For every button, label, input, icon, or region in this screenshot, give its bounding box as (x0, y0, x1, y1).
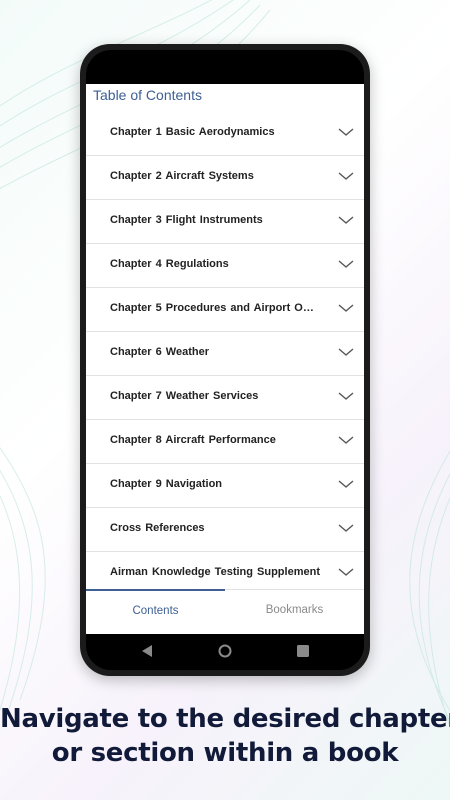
chevron-down-icon[interactable] (338, 125, 354, 139)
chevron-down-icon[interactable] (338, 257, 354, 271)
phone-frame: Table of Contents Chapter 1 Basic Aerody… (80, 44, 370, 676)
toc-item-label: Chapter 1 Basic Aerodynamics (110, 126, 275, 138)
toc-item-label: Chapter 7 Weather Services (110, 390, 259, 402)
toc-item-label: Chapter 6 Weather (110, 346, 209, 358)
app-screen: Table of Contents Chapter 1 Basic Aerody… (86, 84, 364, 634)
system-navigation-bar (86, 634, 364, 670)
toc-item-chapter-6[interactable]: Chapter 6 Weather (86, 332, 364, 376)
toc-item-label: Cross References (110, 522, 205, 534)
toc-item-label: Chapter 9 Navigation (110, 478, 223, 490)
toc-item-chapter-4[interactable]: Chapter 4 Regulations (86, 244, 364, 288)
chevron-down-icon[interactable] (338, 301, 354, 315)
phone-screen-area: Table of Contents Chapter 1 Basic Aerody… (86, 50, 364, 670)
toc-item-chapter-1[interactable]: Chapter 1 Basic Aerodynamics (86, 112, 364, 156)
toc-item-label: Chapter 4 Regulations (110, 258, 229, 270)
bottom-tab-bar: Contents Bookmarks (86, 589, 364, 634)
chevron-down-icon[interactable] (338, 345, 354, 359)
toc-list: Chapter 1 Basic Aerodynamics Chapter 2 A… (86, 112, 364, 596)
chevron-down-icon[interactable] (338, 565, 354, 579)
chevron-down-icon[interactable] (338, 477, 354, 491)
caption-line-2: or section within a book (51, 738, 399, 768)
toc-item-label: Chapter 8 Aircraft Performance (110, 434, 276, 446)
toc-item-label: Chapter 2 Aircraft Systems (110, 170, 254, 182)
toc-item-chapter-2[interactable]: Chapter 2 Aircraft Systems (86, 156, 364, 200)
toc-item-chapter-8[interactable]: Chapter 8 Aircraft Performance (86, 420, 364, 464)
toc-item-cross-references[interactable]: Cross References (86, 508, 364, 552)
home-icon[interactable] (218, 644, 232, 658)
recents-icon[interactable] (297, 645, 309, 657)
toc-item-chapter-7[interactable]: Chapter 7 Weather Services (86, 376, 364, 420)
toc-item-label: Chapter 3 Flight Instruments (110, 214, 263, 226)
chevron-down-icon[interactable] (338, 433, 354, 447)
toc-item-label: Airman Knowledge Testing Supplement (110, 566, 320, 578)
toc-item-chapter-3[interactable]: Chapter 3 Flight Instruments (86, 200, 364, 244)
chevron-down-icon[interactable] (338, 213, 354, 227)
toc-item-chapter-9[interactable]: Chapter 9 Navigation (86, 464, 364, 508)
tab-bookmarks[interactable]: Bookmarks (225, 590, 364, 634)
toc-item-label: Chapter 5 Procedures and Airport Operati… (110, 302, 320, 314)
tab-contents[interactable]: Contents (86, 589, 225, 634)
chevron-down-icon[interactable] (338, 521, 354, 535)
chevron-down-icon[interactable] (338, 389, 354, 403)
back-icon[interactable] (141, 644, 153, 658)
chevron-down-icon[interactable] (338, 169, 354, 183)
promo-caption: Navigate to the desired chapter or secti… (0, 702, 450, 770)
page-title: Table of Contents (93, 87, 202, 103)
toc-item-chapter-5[interactable]: Chapter 5 Procedures and Airport Operati… (86, 288, 364, 332)
caption-line-1: Navigate to the desired chapter (0, 704, 450, 734)
